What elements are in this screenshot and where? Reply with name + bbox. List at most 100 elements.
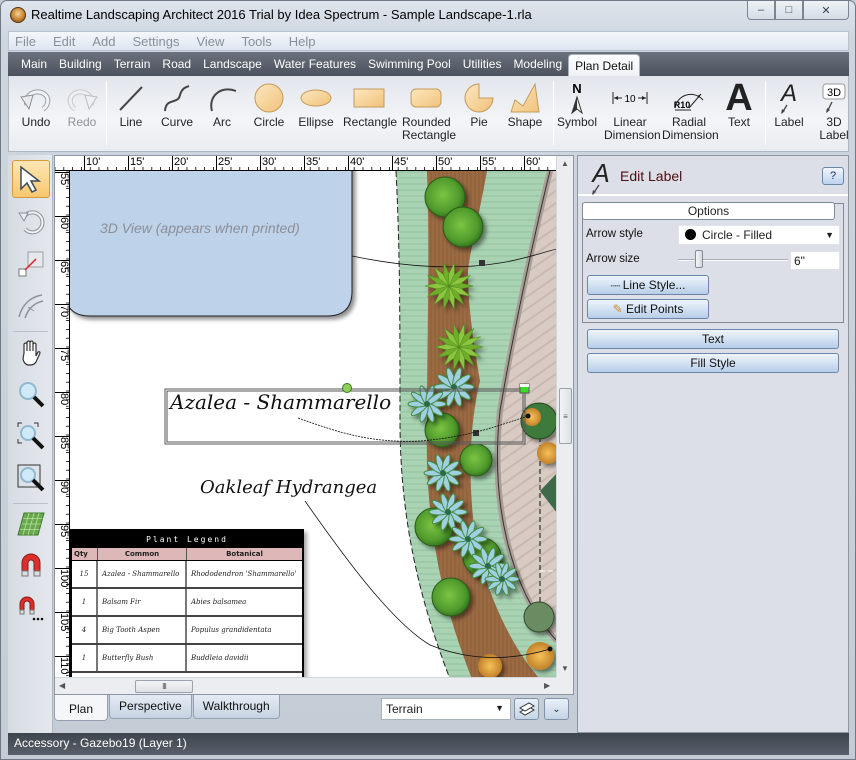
horizontal-scrollbar[interactable]: ◀ III ▶ bbox=[55, 677, 557, 694]
symbol-button[interactable]: N Symbol bbox=[557, 80, 597, 129]
edit-points-button[interactable]: ✎ Edit Points bbox=[587, 299, 709, 319]
radial-dimension-button[interactable]: R10 Radial Dimension bbox=[662, 80, 719, 142]
zoom-window-tool[interactable] bbox=[12, 417, 50, 455]
plan-canvas[interactable]: 10' 15' 20' 25' 30' 35' 40' 45' 50' 55' … bbox=[54, 155, 574, 695]
scroll-up-icon[interactable]: ▲ bbox=[561, 159, 569, 168]
zoom-tool[interactable] bbox=[12, 375, 50, 413]
tab-utilities[interactable]: Utilities bbox=[457, 52, 508, 76]
3d-label-button[interactable]: 3D 3D Label bbox=[817, 80, 851, 142]
arc-button[interactable]: Arc bbox=[205, 80, 239, 129]
scroll-down-icon[interactable]: ▼ bbox=[561, 664, 569, 673]
arrow-style-label: Arrow style bbox=[586, 228, 643, 240]
rotate-tool[interactable] bbox=[12, 203, 50, 241]
arrow-size-slider[interactable] bbox=[694, 250, 703, 268]
pan-tool[interactable] bbox=[12, 333, 50, 371]
resize-tool[interactable] bbox=[12, 245, 50, 283]
ruler-label: 15' bbox=[128, 156, 144, 170]
legend-title: Plant Legend bbox=[72, 531, 302, 548]
scroll-right-icon[interactable]: ▶ bbox=[544, 681, 550, 690]
svg-text:R10: R10 bbox=[674, 100, 691, 110]
tab-landscape[interactable]: Landscape bbox=[197, 52, 268, 76]
tab-walkthrough[interactable]: Walkthrough bbox=[192, 695, 280, 719]
tab-plan-detail[interactable]: Plan Detail bbox=[568, 54, 641, 76]
rounded-rectangle-button[interactable]: Rounded Rectangle bbox=[402, 80, 456, 142]
star-shrub-center bbox=[440, 470, 446, 476]
text-button[interactable]: Text bbox=[587, 329, 839, 349]
snap-settings-tool[interactable] bbox=[12, 589, 50, 627]
curve-button[interactable]: Curve bbox=[157, 80, 197, 129]
line-button[interactable]: Line bbox=[113, 80, 149, 129]
redo-button[interactable]: Redo bbox=[61, 80, 103, 129]
linear-dimension-button[interactable]: 10 Linear Dimension bbox=[604, 80, 661, 142]
rectangle-button[interactable]: Rectangle bbox=[343, 80, 397, 129]
legend-header: Qty Common Botanical bbox=[72, 548, 302, 561]
rotate-icon bbox=[18, 210, 45, 235]
zoom-extents-tool[interactable] bbox=[12, 459, 50, 497]
undo-button[interactable]: Undo bbox=[15, 80, 57, 129]
tab-modeling[interactable]: Modeling bbox=[507, 52, 568, 76]
shape-icon bbox=[505, 80, 545, 116]
ruler-label: 45' bbox=[392, 156, 408, 170]
ribbon-tabs: Main Building Terrain Road Landscape Wat… bbox=[8, 52, 849, 76]
circle-button[interactable]: Circle bbox=[249, 80, 289, 129]
drawing-area[interactable]: 3D View (appears when printed) Azalea - … bbox=[70, 171, 557, 679]
menu-tools[interactable]: Tools bbox=[241, 34, 271, 49]
shape-button[interactable]: Shape bbox=[505, 80, 545, 129]
menu-help[interactable]: Help bbox=[289, 34, 316, 49]
tab-terrain[interactable]: Terrain bbox=[108, 52, 157, 76]
toolbar-separator bbox=[13, 331, 48, 332]
tab-plan[interactable]: Plan bbox=[54, 695, 109, 721]
vertical-scrollbar[interactable]: ▲ ≡ ▼ bbox=[556, 156, 573, 679]
zoom-icon bbox=[19, 382, 45, 408]
menu-add[interactable]: Add bbox=[92, 34, 115, 49]
line-icon bbox=[113, 80, 149, 116]
layer-select[interactable]: Terrain ▼ bbox=[381, 698, 511, 720]
grid-tool[interactable] bbox=[12, 505, 50, 543]
legend-col-common: Common bbox=[98, 548, 187, 560]
ruler-label: 60' bbox=[524, 156, 540, 170]
tab-water-features[interactable]: Water Features bbox=[268, 52, 362, 76]
tab-building[interactable]: Building bbox=[53, 52, 108, 76]
label-button[interactable]: A Label bbox=[771, 80, 807, 129]
minimize-button[interactable]: – bbox=[747, 1, 775, 20]
text-button[interactable]: A Text bbox=[721, 79, 757, 129]
tab-main[interactable]: Main bbox=[15, 52, 53, 76]
grid-icon bbox=[17, 512, 45, 536]
horizontal-scroll-thumb[interactable]: III bbox=[135, 680, 193, 693]
menu-edit[interactable]: Edit bbox=[53, 34, 75, 49]
vertical-scroll-thumb[interactable]: ≡ bbox=[559, 388, 572, 444]
edit-arc-tool[interactable] bbox=[12, 287, 50, 325]
edit-label-panel: A Edit Label ? Options Arrow style Circl… bbox=[577, 155, 849, 733]
arrow-size-input[interactable]: 6" bbox=[790, 251, 840, 270]
arrow-style-select[interactable]: Circle - Filled ▼ bbox=[678, 225, 840, 245]
scroll-left-icon[interactable]: ◀ bbox=[59, 681, 65, 690]
maximize-button[interactable]: □ bbox=[775, 1, 803, 20]
tab-perspective[interactable]: Perspective bbox=[109, 695, 192, 719]
ruler-label: 10' bbox=[84, 156, 100, 170]
ellipse-button[interactable]: Ellipse bbox=[296, 80, 336, 129]
pie-button[interactable]: Pie bbox=[461, 80, 497, 129]
close-button[interactable]: ✕ bbox=[803, 1, 849, 20]
minimize-icon: – bbox=[757, 4, 765, 16]
menu-view[interactable]: View bbox=[196, 34, 224, 49]
snap-tool[interactable] bbox=[12, 547, 50, 585]
plant-legend[interactable]: Plant Legend Qty Common Botanical 15 Azal… bbox=[70, 529, 304, 679]
menu-settings[interactable]: Settings bbox=[133, 34, 180, 49]
help-button[interactable]: ? bbox=[822, 167, 844, 185]
ruler-label: 95' bbox=[55, 524, 69, 539]
layers-dropdown-button[interactable]: ⌄ bbox=[544, 698, 569, 720]
fill-style-button[interactable]: Fill Style bbox=[587, 353, 839, 373]
menu-file[interactable]: File bbox=[15, 34, 36, 49]
legend-cell-common: Azalea - Shammarello bbox=[98, 561, 187, 587]
svg-text:A: A bbox=[590, 160, 609, 188]
panel-header: A Edit Label ? bbox=[578, 156, 848, 196]
star-shrub-center bbox=[465, 536, 471, 542]
select-tool[interactable] bbox=[12, 160, 50, 198]
legend-cell-botanical: Rhododendron 'Shammarello' bbox=[191, 570, 297, 578]
app-window: Realtime Landscaping Architect 2016 Tria… bbox=[0, 0, 856, 760]
ruler-label: 35' bbox=[304, 156, 320, 170]
tab-road[interactable]: Road bbox=[156, 52, 197, 76]
line-style-button[interactable]: ┄┄ Line Style... bbox=[587, 275, 709, 295]
layers-button[interactable] bbox=[514, 698, 539, 720]
tab-swimming-pool[interactable]: Swimming Pool bbox=[362, 52, 457, 76]
